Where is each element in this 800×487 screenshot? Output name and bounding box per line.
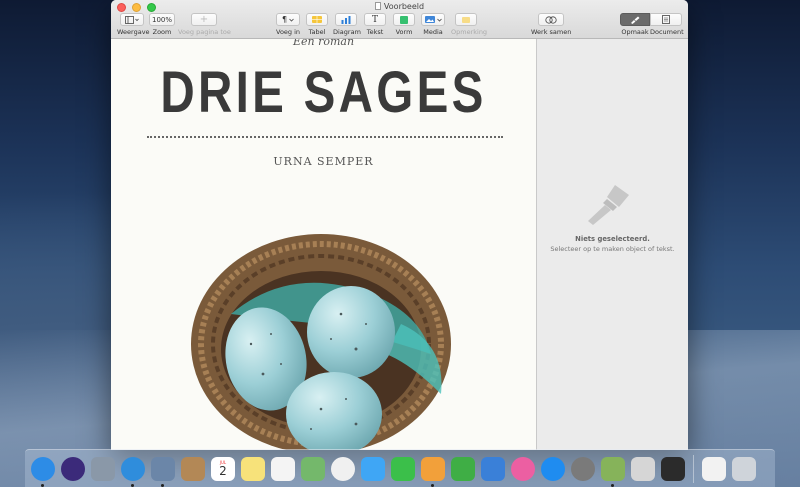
view-label: Weergave: [117, 28, 150, 36]
media-button[interactable]: [421, 13, 445, 26]
calendar-icon[interactable]: JUL 2: [211, 456, 235, 481]
format-button[interactable]: [620, 13, 650, 26]
window-title: Voorbeeld: [111, 1, 688, 12]
comment-label: Opmerking: [451, 28, 488, 36]
comment-tool[interactable]: Opmerking: [451, 13, 488, 36]
finder-icon[interactable]: [31, 456, 55, 487]
facetime-icon[interactable]: [391, 456, 415, 481]
document-canvas[interactable]: Een roman DRIE SAGES URNA SEMPER: [111, 39, 537, 450]
table-tool[interactable]: Tabel: [306, 13, 328, 36]
collaborate-tool[interactable]: Werk samen: [531, 13, 571, 36]
add-page-button[interactable]: +: [191, 13, 217, 26]
document-proxy-icon[interactable]: [374, 2, 381, 10]
pages-icon[interactable]: [421, 456, 445, 487]
book-subtitle[interactable]: Een roman: [111, 39, 536, 48]
media-tool[interactable]: Media: [421, 13, 445, 36]
itunes-icon[interactable]: [511, 456, 535, 481]
bar-chart-icon: [341, 15, 351, 24]
zoom-select[interactable]: 100%: [149, 13, 175, 26]
preview-photo-icon[interactable]: [151, 456, 175, 487]
table-icon: [312, 16, 322, 23]
chevron-down-icon: [289, 18, 294, 22]
calendar-day: 2: [219, 463, 227, 478]
format-label: Opmaak: [621, 28, 649, 36]
trash-icon[interactable]: [732, 456, 756, 481]
paintbrush-icon: [588, 185, 629, 225]
inspector-empty-hint: Selecteer op te maken object of tekst.: [550, 245, 675, 253]
nest-with-eggs-image[interactable]: [171, 224, 471, 450]
keynote-icon[interactable]: [481, 456, 505, 481]
document-page-icon: [662, 15, 670, 24]
add-page-label: Voeg pagina toe: [178, 28, 231, 36]
app-store-icon[interactable]: [541, 456, 565, 481]
text-tool[interactable]: T Tekst: [364, 13, 386, 36]
chart-button[interactable]: [335, 13, 357, 26]
pages-window: Voorbeeld Weergave 100% Zoom + Voeg pagi…: [111, 0, 688, 450]
shape-square-icon: [400, 15, 408, 24]
book-title[interactable]: DRIE SAGES: [149, 59, 498, 126]
paintbrush-icon: [631, 16, 640, 24]
collaborate-label: Werk samen: [531, 28, 572, 36]
title-divider: [147, 136, 503, 138]
sidebar-layout-icon: [125, 15, 139, 24]
comment-note-icon: [462, 16, 470, 23]
insert-label: Voeg in: [276, 28, 301, 36]
shape-label: Vorm: [395, 28, 413, 36]
siri-icon[interactable]: [61, 456, 85, 481]
shape-tool[interactable]: Vorm: [393, 13, 415, 36]
chevron-down-icon: [436, 18, 442, 22]
table-button[interactable]: [306, 13, 328, 26]
comment-button[interactable]: [455, 13, 477, 26]
pilcrow-icon: ¶: [281, 15, 288, 24]
photos-icon[interactable]: [331, 456, 355, 481]
launchpad-icon[interactable]: [91, 456, 115, 481]
format-tool[interactable]: Opmaak: [620, 13, 650, 36]
slack-icon[interactable]: [631, 456, 655, 481]
insert-button[interactable]: ¶: [276, 13, 300, 26]
collaborate-people-icon: [545, 15, 557, 24]
document-tool[interactable]: Document: [650, 13, 684, 36]
collaborate-button[interactable]: [538, 13, 564, 26]
view-tool[interactable]: Weergave: [117, 13, 150, 36]
system-preferences-icon[interactable]: [571, 456, 595, 481]
document-label: Document: [650, 28, 684, 36]
insert-tool[interactable]: ¶ Voeg in: [276, 13, 300, 36]
terminal-icon[interactable]: [661, 456, 685, 481]
safari-icon[interactable]: [121, 456, 145, 487]
view-button[interactable]: [120, 13, 144, 26]
media-label: Media: [423, 28, 443, 36]
zoom-tool[interactable]: 100% Zoom: [148, 13, 176, 36]
grape-app-icon[interactable]: [601, 456, 625, 487]
shape-button[interactable]: [393, 13, 415, 26]
toolbar: Voorbeeld Weergave 100% Zoom + Voeg pagi…: [111, 0, 688, 39]
plus-icon: +: [199, 13, 209, 25]
inspector-empty-title: Niets geselecteerd.: [575, 235, 650, 243]
notes-icon[interactable]: [241, 456, 265, 481]
text-label: Tekst: [366, 28, 384, 36]
maps-icon[interactable]: [301, 456, 325, 481]
book-author[interactable]: URNA SEMPER: [111, 155, 536, 168]
document-button[interactable]: [650, 13, 682, 26]
zoom-value: 100%: [152, 15, 173, 24]
document-file-icon[interactable]: [702, 456, 726, 481]
numbers-icon[interactable]: [451, 456, 475, 481]
text-t-icon: T: [371, 14, 378, 25]
contacts-icon[interactable]: [181, 456, 205, 481]
messages-icon[interactable]: [361, 456, 385, 481]
photo-icon: [424, 16, 435, 23]
chart-label: Diagram: [333, 28, 361, 36]
add-page-tool[interactable]: + Voeg pagina toe: [178, 13, 231, 36]
table-label: Tabel: [308, 28, 326, 36]
zoom-label: Zoom: [152, 28, 172, 36]
dock-separator: [693, 454, 694, 483]
chart-tool[interactable]: Diagram: [333, 13, 361, 36]
reminders-icon[interactable]: [271, 456, 295, 481]
text-button[interactable]: T: [364, 13, 386, 26]
window-title-text: Voorbeeld: [383, 2, 425, 11]
dock: JUL 2: [25, 449, 775, 487]
format-inspector: Niets geselecteerd. Selecteer op te make…: [537, 39, 688, 450]
